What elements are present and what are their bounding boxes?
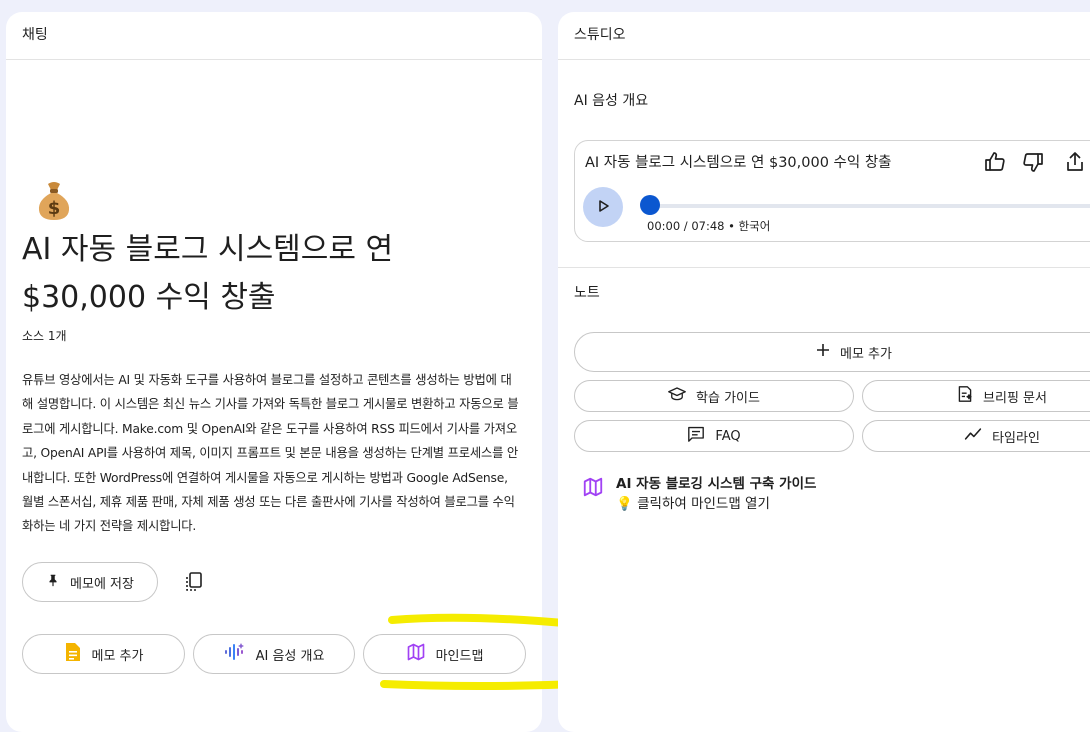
timeline-chart-icon: [964, 427, 982, 445]
plus-icon: [816, 343, 830, 361]
mindmap-note-hint-text: 클릭하여 마인드맵 열기: [637, 496, 770, 512]
study-guide-label: 학습 가이드: [696, 390, 760, 406]
lightbulb-icon: 💡: [616, 496, 633, 512]
pin-icon: [46, 573, 60, 591]
map-icon: [406, 642, 426, 666]
studio-panel: 스튜디오 AI 음성 개요 AI 자동 블로그 시스템으로 연 $30,000 …: [558, 12, 1090, 732]
notes-section-title: 노트: [574, 285, 600, 301]
add-note-button[interactable]: 메모 추가: [574, 332, 1090, 372]
money-bag-icon: $: [32, 178, 76, 222]
mindmap-button[interactable]: 마인드맵: [363, 634, 526, 674]
audio-title: AI 자동 블로그 시스템으로 연 $30,000 수익 창출: [585, 155, 892, 171]
audio-overview-section-title: AI 음성 개요: [574, 93, 649, 109]
audio-wave-icon: [224, 642, 246, 666]
divider: [558, 267, 1090, 268]
faq-label: FAQ: [715, 428, 741, 444]
play-button[interactable]: [583, 187, 623, 227]
summary-text: 유튜브 영상에서는 AI 및 자동화 도구를 사용하여 블로그를 설정하고 콘텐…: [22, 373, 519, 534]
svg-text:$: $: [48, 198, 61, 219]
add-memo-label: 메모 추가: [91, 648, 144, 664]
audio-overview-card: AI 자동 블로그 시스템으로 연 $30,000 수익 창출 00:00 / …: [574, 140, 1090, 242]
page-title: AI 자동 블로그 시스템으로 연 $30,000 수익 창출: [22, 232, 394, 315]
audio-overview-button[interactable]: AI 음성 개요: [193, 634, 355, 674]
mindmap-note-title: AI 자동 블로깅 시스템 구축 가이드: [616, 476, 817, 492]
copy-icon[interactable]: [182, 570, 206, 594]
audio-progress-thumb[interactable]: [640, 195, 660, 215]
thumbs-down-icon[interactable]: [1021, 150, 1045, 174]
save-to-memo-label: 메모에 저장: [70, 576, 134, 592]
briefing-doc-button[interactable]: 브리핑 문서: [862, 380, 1090, 412]
audio-overview-label: AI 음성 개요: [255, 648, 325, 664]
chat-header: 채팅: [6, 12, 542, 60]
save-to-memo-button[interactable]: 메모에 저장: [22, 562, 158, 602]
play-icon: [596, 198, 610, 217]
share-icon[interactable]: [1063, 150, 1087, 174]
studio-header: 스튜디오: [558, 12, 1090, 60]
timeline-button[interactable]: 타임라인: [862, 420, 1090, 452]
faq-chat-icon: [687, 426, 705, 446]
timeline-label: 타임라인: [992, 430, 1040, 446]
document-sparkle-icon: [957, 385, 973, 407]
memo-icon: [64, 642, 82, 666]
chat-panel: 채팅 $ AI 자동 블로그 시스템으로 연 $30,000 수익 창출 소스 …: [6, 12, 542, 732]
audio-progress-track[interactable]: [643, 204, 1090, 208]
add-memo-button[interactable]: 메모 추가: [22, 634, 185, 674]
map-icon: [582, 476, 606, 500]
study-guide-button[interactable]: 학습 가이드: [574, 380, 854, 412]
faq-button[interactable]: FAQ: [574, 420, 854, 452]
source-count: 소스 1개: [22, 329, 67, 343]
audio-time: 00:00 / 07:48 • 한국어: [647, 219, 771, 233]
add-note-label: 메모 추가: [840, 346, 892, 362]
thumbs-up-icon[interactable]: [983, 150, 1007, 174]
graduation-cap-icon: [668, 386, 686, 406]
mindmap-note-hint: 💡 클릭하여 마인드맵 열기: [616, 492, 770, 512]
mindmap-label: 마인드맵: [435, 648, 484, 664]
briefing-doc-label: 브리핑 문서: [983, 390, 1047, 406]
